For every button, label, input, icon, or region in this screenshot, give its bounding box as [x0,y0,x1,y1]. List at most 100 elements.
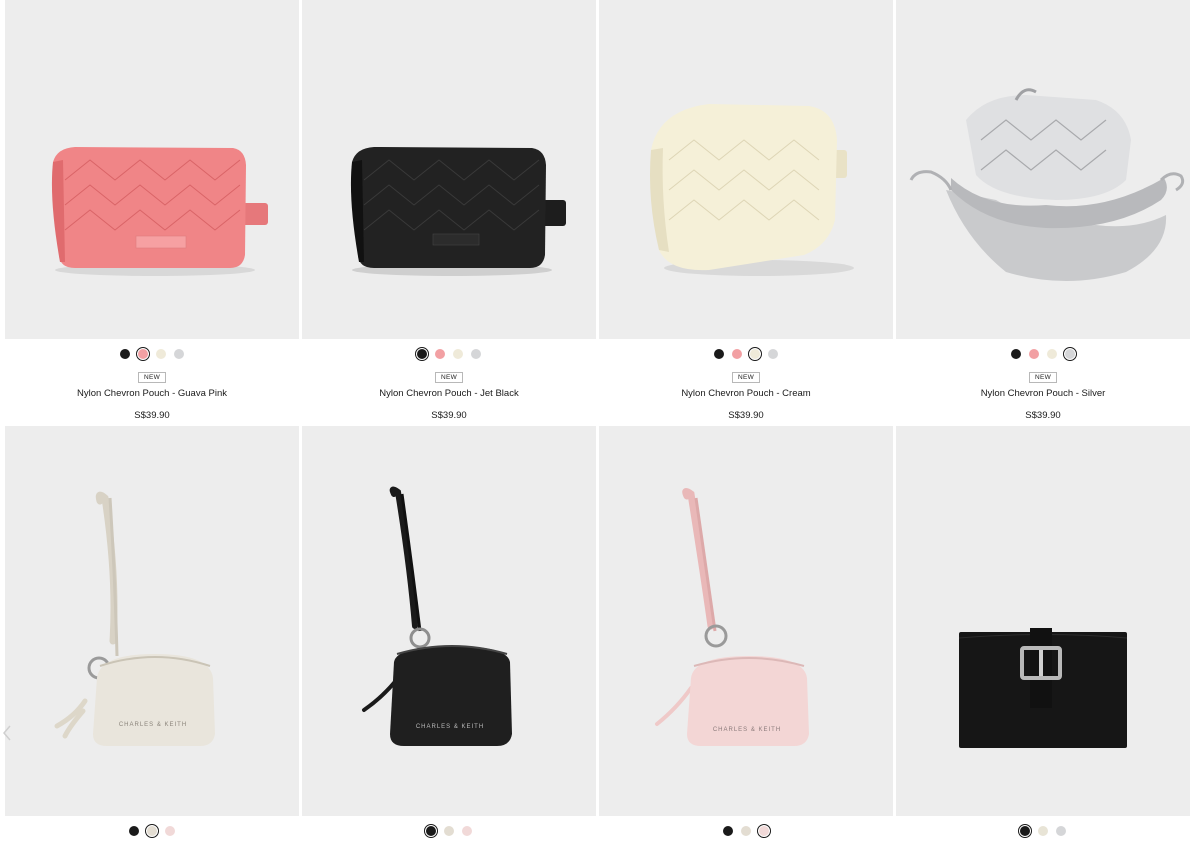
color-swatch[interactable] [748,347,762,361]
product-card: NEW Nylon Chevron Pouch - Cream S$39.90 [599,0,893,421]
color-swatches [302,816,596,846]
new-badge: NEW [138,372,166,383]
product-row: NEW Nylon Chevron Pouch - Guava Pink S$3… [5,0,1191,425]
swatch-dot [1011,349,1021,359]
product-card: NEW Nylon Chevron Pouch - Silver S$39.90 [896,0,1190,421]
black-wallet-image [958,628,1128,748]
product-card: NEW Nylon Chevron Pouch - Guava Pink S$3… [5,0,299,421]
product-price: S$39.90 [134,410,170,421]
swatch-dot [759,826,769,836]
color-swatch[interactable] [145,824,159,838]
color-swatch[interactable] [118,347,132,361]
brand-logo: CHARLES & KEITH [119,722,187,728]
product-price: S$39.90 [431,410,467,421]
swatch-dot [156,349,166,359]
product-card: CHARLES & KEITH [599,426,893,846]
color-swatches [302,339,596,369]
swatch-dot [444,826,454,836]
product-card: NEW Nylon Chevron Pouch - Jet Black S$39… [302,0,596,421]
silver-pouch-image [909,88,1185,281]
color-swatch[interactable] [424,824,438,838]
product-image[interactable]: CHARLES & KEITH [5,426,299,816]
swatch-dot [426,826,436,836]
swatch-dot [417,349,427,359]
swatch-dot [462,826,472,836]
swatch-dot [129,826,139,836]
brand-logo: CHARLES & KEITH [713,727,781,733]
color-swatch[interactable] [451,347,465,361]
product-image[interactable] [896,0,1190,339]
color-swatch[interactable] [172,347,186,361]
swatch-dot [165,826,175,836]
swatch-dot [453,349,463,359]
product-name[interactable]: Nylon Chevron Pouch - Jet Black [302,388,596,401]
pink-mini-pouch-image: CHARLES & KEITH [655,487,809,746]
swatch-dot [732,349,742,359]
swatch-dot [147,826,157,836]
product-price: S$39.90 [728,410,764,421]
product-image[interactable] [896,426,1190,816]
swatch-dot [768,349,778,359]
product-name[interactable]: Nylon Chevron Pouch - Cream [599,388,893,401]
color-swatch[interactable] [1063,347,1077,361]
color-swatch[interactable] [460,824,474,838]
color-swatches [599,816,893,846]
swatch-dot [435,349,445,359]
color-swatch[interactable] [154,347,168,361]
color-swatch[interactable] [757,824,771,838]
color-swatch[interactable] [1018,824,1032,838]
color-swatches [896,339,1190,369]
color-swatch[interactable] [127,824,141,838]
color-swatch[interactable] [766,347,780,361]
color-swatch[interactable] [1036,824,1050,838]
color-swatch[interactable] [739,824,753,838]
swatch-dot [1047,349,1057,359]
swatch-dot [714,349,724,359]
swatch-dot [1020,826,1030,836]
color-swatch[interactable] [433,347,447,361]
product-price: S$39.90 [1025,410,1061,421]
swatch-dot [1056,826,1066,836]
color-swatches [896,816,1190,846]
color-swatch[interactable] [163,824,177,838]
jet-black-pouch-image [350,147,566,276]
chevron-left-icon[interactable] [2,724,12,742]
swatch-dot [471,349,481,359]
color-swatch[interactable] [721,824,735,838]
new-badge: NEW [732,372,760,383]
swatch-dot [1065,349,1075,359]
product-card [896,426,1190,846]
color-swatch[interactable] [136,347,150,361]
product-name[interactable]: Nylon Chevron Pouch - Guava Pink [5,388,299,401]
product-image[interactable]: CHARLES & KEITH [599,426,893,816]
color-swatch[interactable] [442,824,456,838]
color-swatch[interactable] [712,347,726,361]
product-image[interactable] [599,0,893,339]
new-badge: NEW [435,372,463,383]
guava-pink-pouch-image [51,147,268,276]
color-swatches [5,339,299,369]
product-image[interactable]: CHARLES & KEITH [302,426,596,816]
color-swatch[interactable] [415,347,429,361]
color-swatch[interactable] [1054,824,1068,838]
color-swatches [5,816,299,846]
product-image[interactable] [5,0,299,339]
swatch-dot [723,826,733,836]
swatch-dot [750,349,760,359]
color-swatch[interactable] [1045,347,1059,361]
product-name[interactable]: Nylon Chevron Pouch - Silver [896,388,1190,401]
color-swatch[interactable] [730,347,744,361]
product-card: CHARLES & KEITH [5,426,299,846]
swatch-dot [1038,826,1048,836]
product-image[interactable] [302,0,596,339]
color-swatch[interactable] [469,347,483,361]
cream-pouch-image [650,104,854,276]
swatch-dot [174,349,184,359]
color-swatch[interactable] [1009,347,1023,361]
color-swatch[interactable] [1027,347,1041,361]
color-swatches [599,339,893,369]
brand-logo: CHARLES & KEITH [416,724,484,730]
cream-mini-pouch-image: CHARLES & KEITH [54,491,215,746]
product-row: CHARLES & KEITH CHARLES & KEITH CHARLES … [5,426,1191,848]
swatch-dot [1029,349,1039,359]
